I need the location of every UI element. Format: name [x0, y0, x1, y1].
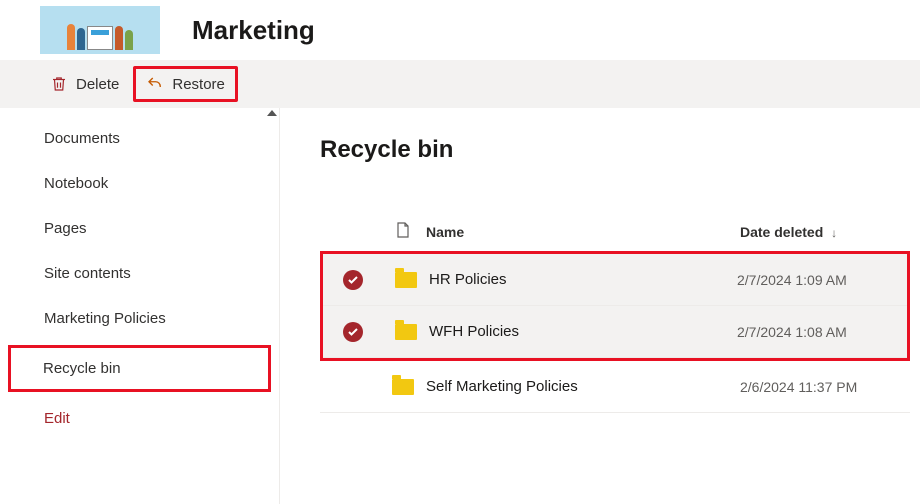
- site-logo[interactable]: [40, 6, 160, 54]
- restore-button[interactable]: Restore: [133, 66, 238, 102]
- site-title[interactable]: Marketing: [192, 15, 315, 46]
- site-header: Marketing: [0, 0, 920, 60]
- main-content: Recycle bin Name Date deleted ↓: [280, 108, 920, 504]
- item-date-deleted: 2/7/2024 1:09 AM: [737, 272, 907, 288]
- sidebar-item-marketing-policies[interactable]: Marketing Policies: [0, 296, 279, 341]
- column-header-date-deleted[interactable]: Date deleted ↓: [740, 224, 910, 240]
- sort-descending-icon: ↓: [831, 226, 837, 240]
- checkmark-icon[interactable]: [343, 322, 363, 342]
- sidebar-item-site-contents[interactable]: Site contents: [0, 251, 279, 296]
- scroll-up-icon[interactable]: [267, 110, 277, 116]
- left-nav: Documents Notebook Pages Site contents M…: [0, 108, 280, 504]
- checkmark-icon[interactable]: [343, 270, 363, 290]
- sidebar-item-pages[interactable]: Pages: [0, 206, 279, 251]
- selected-rows-highlight: HR Policies 2/7/2024 1:09 AM WFH Policie…: [320, 251, 910, 361]
- sidebar-item-notebook[interactable]: Notebook: [0, 161, 279, 206]
- file-type-column-icon[interactable]: [396, 222, 410, 241]
- restore-button-label: Restore: [172, 76, 225, 93]
- table-header-row: Name Date deleted ↓: [320, 214, 910, 252]
- trash-icon: [50, 75, 68, 93]
- undo-icon: [146, 75, 164, 93]
- folder-icon: [395, 272, 417, 288]
- item-date-deleted: 2/7/2024 1:08 AM: [737, 324, 907, 340]
- delete-button-label: Delete: [76, 76, 119, 93]
- sidebar-item-documents[interactable]: Documents: [0, 116, 279, 161]
- table-row[interactable]: Self Marketing Policies 2/6/2024 11:37 P…: [320, 361, 910, 413]
- item-name[interactable]: HR Policies: [429, 271, 737, 288]
- item-name[interactable]: WFH Policies: [429, 323, 737, 340]
- column-header-name[interactable]: Name: [426, 224, 740, 240]
- delete-button[interactable]: Delete: [40, 69, 129, 99]
- folder-icon: [395, 324, 417, 340]
- sidebar-item-recycle-bin[interactable]: Recycle bin: [8, 345, 271, 392]
- command-bar: Delete Restore: [0, 60, 920, 108]
- table-row[interactable]: WFH Policies 2/7/2024 1:08 AM: [323, 306, 907, 358]
- sidebar-item-edit[interactable]: Edit: [0, 396, 279, 441]
- item-date-deleted: 2/6/2024 11:37 PM: [740, 379, 910, 395]
- table-row[interactable]: HR Policies 2/7/2024 1:09 AM: [323, 254, 907, 306]
- folder-icon: [392, 379, 414, 395]
- page-title: Recycle bin: [320, 136, 910, 164]
- item-name[interactable]: Self Marketing Policies: [426, 378, 740, 395]
